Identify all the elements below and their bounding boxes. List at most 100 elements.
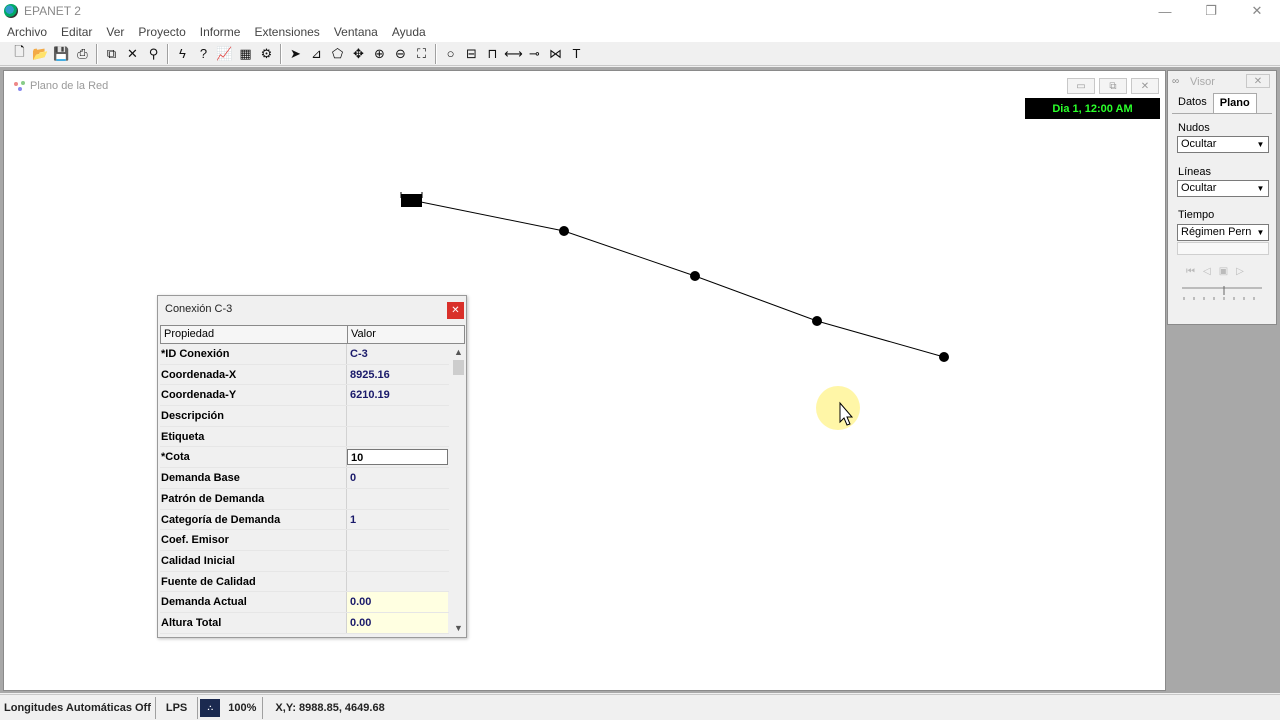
menu-extensiones[interactable]: Extensiones	[247, 25, 326, 39]
table-row[interactable]: Coordenada-X 8925.16	[160, 364, 449, 386]
query-icon[interactable]: ?	[193, 44, 214, 64]
table-row[interactable]: Altura Total 0.00	[160, 612, 449, 634]
reservoir-node[interactable]	[401, 194, 422, 207]
minimize-button[interactable]: —	[1142, 0, 1188, 22]
scrollbar-thumb[interactable]	[453, 360, 464, 375]
add-pump-icon[interactable]: ⊸	[524, 44, 545, 64]
add-label-icon[interactable]: T	[566, 44, 587, 64]
select-region-icon[interactable]: ⬠	[327, 44, 348, 64]
find-icon[interactable]: ⚲	[143, 44, 164, 64]
forward-icon[interactable]: ▷	[1236, 266, 1244, 277]
copy-icon[interactable]: ⧉	[101, 44, 122, 64]
property-value[interactable]: 1	[347, 510, 448, 530]
table-row[interactable]: Etiqueta	[160, 426, 449, 448]
map-close-button[interactable]: ✕	[1131, 78, 1159, 94]
add-reservoir-icon[interactable]: ⊟	[461, 44, 482, 64]
restore-button[interactable]: ❐	[1188, 0, 1234, 22]
zoom-level-status: 100%	[222, 696, 264, 719]
table-row[interactable]: Descripción	[160, 406, 449, 427]
pan-icon[interactable]: ✥	[348, 44, 369, 64]
property-value[interactable]	[347, 406, 448, 426]
chevron-down-icon[interactable]: ▼	[451, 620, 466, 635]
junction-node[interactable]	[939, 352, 949, 362]
table-row[interactable]: Demanda Base 0	[160, 468, 449, 489]
back-icon[interactable]: ◁	[1203, 266, 1211, 277]
chevron-up-icon[interactable]: ▲	[451, 344, 466, 359]
menu-archivo[interactable]: Archivo	[0, 25, 54, 39]
time-select[interactable]: Régimen Pern ▼	[1177, 224, 1269, 241]
graph-icon[interactable]: 📈	[214, 44, 235, 64]
map-maximize-button[interactable]: ⧉	[1099, 78, 1127, 94]
menu-ver[interactable]: Ver	[99, 25, 131, 39]
map-minimize-button[interactable]: ▭	[1067, 78, 1095, 94]
zoom-in-icon[interactable]: ⊕	[369, 44, 390, 64]
run-icon[interactable]: ϟ	[172, 44, 193, 64]
rewind-icon[interactable]: ⏮	[1186, 266, 1195, 277]
property-value[interactable]: C-3	[347, 344, 448, 364]
toolbar-separator	[280, 43, 282, 64]
property-grid-scrollbar[interactable]: ▲ ▼	[451, 344, 466, 635]
time-scrollbar[interactable]	[1177, 242, 1269, 255]
menu-proyecto[interactable]: Proyecto	[131, 25, 192, 39]
table-row[interactable]: Calidad Inicial	[160, 550, 449, 572]
open-folder-icon[interactable]: 📂	[30, 44, 51, 64]
property-value[interactable]: 8925.16	[347, 365, 448, 385]
tab-plano[interactable]: Plano	[1212, 93, 1257, 113]
table-row[interactable]: Categoría de Demanda 1	[160, 509, 449, 531]
column-header-property: Propiedad	[161, 326, 348, 343]
table-row[interactable]: Demanda Actual 0.00	[160, 592, 449, 613]
property-value[interactable]	[347, 530, 448, 550]
property-value[interactable]	[347, 489, 448, 509]
nodes-select[interactable]: Ocultar ▼	[1177, 136, 1269, 153]
add-junction-icon[interactable]: ○	[440, 44, 461, 64]
close-button[interactable]: ✕	[1234, 0, 1280, 22]
browser-close-button[interactable]: ✕	[1246, 74, 1270, 88]
animation-speed-slider[interactable]	[1182, 286, 1262, 300]
title-bar: EPANET 2 — ❐ ✕	[0, 0, 1280, 22]
add-pipe-icon[interactable]: ⟷	[503, 44, 524, 64]
toolbar: 🗋 📂 💾 ⎙ ⧉ ✕ ⚲ ϟ ? 📈 ▦ ⚙ ➤ ⊿ ⬠ ✥ ⊕ ⊖ ⛶ ○ …	[0, 42, 1280, 66]
print-icon[interactable]: ⎙	[72, 44, 93, 64]
tab-datos[interactable]: Datos	[1172, 93, 1213, 113]
nodes-label: Nudos	[1178, 122, 1210, 134]
add-tank-icon[interactable]: ⊓	[482, 44, 503, 64]
property-name: *ID Conexión	[160, 344, 347, 364]
elevation-input[interactable]: 10	[347, 449, 448, 466]
epanet-app-icon	[4, 4, 18, 18]
browser-title: Visor	[1190, 76, 1215, 88]
links-label: Líneas	[1178, 166, 1212, 178]
links-select[interactable]: Ocultar ▼	[1177, 180, 1269, 197]
zoom-out-icon[interactable]: ⊖	[390, 44, 411, 64]
junction-node[interactable]	[690, 271, 700, 281]
property-value[interactable]: 6210.19	[347, 385, 448, 405]
property-name: Fuente de Calidad	[160, 571, 347, 592]
add-valve-icon[interactable]: ⋈	[545, 44, 566, 64]
junction-node[interactable]	[812, 316, 822, 326]
table-row[interactable]: *Cota 10	[160, 447, 449, 469]
stop-icon[interactable]: ▣	[1219, 266, 1228, 277]
table-row[interactable]: Coef. Emisor	[160, 530, 449, 551]
pipe-network[interactable]	[410, 199, 945, 358]
property-editor-close-button[interactable]: ✕	[447, 302, 464, 319]
menu-editar[interactable]: Editar	[54, 25, 99, 39]
save-icon[interactable]: 💾	[51, 44, 72, 64]
property-value[interactable]	[347, 427, 448, 447]
table-icon[interactable]: ▦	[235, 44, 256, 64]
table-row[interactable]: Coordenada-Y 6210.19	[160, 385, 449, 407]
select-arrow-icon[interactable]: ➤	[285, 44, 306, 64]
new-file-icon[interactable]: 🗋	[9, 44, 30, 64]
delete-icon[interactable]: ✕	[122, 44, 143, 64]
select-vertex-icon[interactable]: ⊿	[306, 44, 327, 64]
options-icon[interactable]: ⚙	[256, 44, 277, 64]
menu-ventana[interactable]: Ventana	[327, 25, 385, 39]
full-extent-icon[interactable]: ⛶	[411, 44, 432, 64]
table-row[interactable]: *ID Conexión C-3	[160, 344, 449, 365]
menu-informe[interactable]: Informe	[193, 25, 248, 39]
junction-node[interactable]	[559, 226, 569, 236]
property-value[interactable]: 0	[347, 468, 448, 488]
table-row[interactable]: Patrón de Demanda	[160, 488, 449, 510]
property-value[interactable]	[347, 551, 448, 571]
menu-ayuda[interactable]: Ayuda	[385, 25, 433, 39]
property-value[interactable]	[347, 572, 448, 592]
table-row[interactable]: Fuente de Calidad	[160, 571, 449, 593]
